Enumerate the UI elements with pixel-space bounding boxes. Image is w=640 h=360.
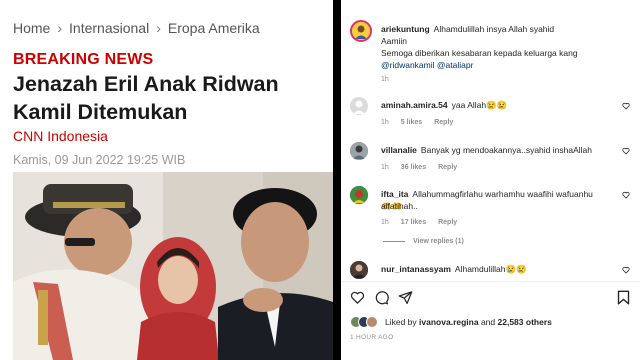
chevron-right-icon: › (57, 20, 63, 36)
post-actions (350, 290, 413, 305)
comment-4: nur_intanassyam Alhamdulillah😢😢 (381, 263, 621, 275)
caption-mentions: @ridwankamil @ataliapr (381, 59, 473, 71)
view-replies-line (383, 241, 405, 242)
instagram-comments-panel: ariekuntung Alhamdulillah insya Allah sya… (341, 0, 640, 360)
mention-ridwankamil[interactable]: @ridwankamil (381, 60, 435, 70)
comment-3-time: 1h (381, 219, 389, 226)
breadcrumb-internasional[interactable]: Internasional (69, 20, 149, 36)
liker-avatar (366, 316, 378, 328)
comment-1: aminah.amira.54 yaa Allah😢😢 (381, 99, 621, 111)
caption-line1: ariekuntung Alhamdulillah insya Allah sya… (381, 23, 631, 35)
comment-1-text: yaa Allah😢😢 (451, 100, 508, 110)
liked-by-prefix: Liked by (385, 317, 417, 327)
comment-3-meta: 1h 17 likes Reply (381, 219, 457, 226)
comment-1-likes[interactable]: 5 likes (401, 119, 422, 126)
view-replies-button[interactable]: View replies (1) (383, 238, 464, 245)
heart-icon[interactable] (622, 102, 630, 110)
article-headline: Jenazah Eril Anak Ridwan Kamil Ditemukan (13, 72, 279, 124)
comment-2-username[interactable]: villanalie (381, 145, 417, 155)
comment-1-reply-button[interactable]: Reply (434, 119, 453, 126)
like-heart-icon[interactable] (350, 290, 365, 305)
comment-3-text-line2: alfatihah.. (381, 201, 418, 211)
comment-2-meta: 1h 36 likes Reply (381, 164, 457, 171)
comment-3-likes[interactable]: 17 likes (401, 219, 426, 226)
comment-3-username[interactable]: ifta_ita (381, 189, 408, 199)
comment-1-time: 1h (381, 119, 389, 126)
caption-username[interactable]: ariekuntung (381, 24, 430, 34)
article-photo (13, 172, 333, 360)
comment-4-username[interactable]: nur_intanassyam (381, 264, 451, 274)
comment-2-likes[interactable]: 36 likes (401, 164, 426, 171)
comment-3-reply-button[interactable]: Reply (438, 219, 457, 226)
posted-time: 1 HOUR AGO (350, 334, 394, 341)
article-date: Kamis, 09 Jun 2022 19:25 WIB (13, 153, 186, 167)
caption-text-1: Alhamdulillah insya Allah syahid (433, 24, 555, 34)
avatar-ifta-ita[interactable] (350, 186, 368, 204)
breadcrumb-home[interactable]: Home (13, 20, 50, 36)
caption-line3: Semoga diberikan kesabaran kepada keluar… (381, 48, 578, 58)
caption-line2: Aamiin (381, 36, 407, 46)
comment-bubble-icon[interactable] (374, 290, 389, 305)
comment-1-username[interactable]: aminah.amira.54 (381, 100, 448, 110)
panel-divider (333, 0, 341, 360)
comment-2: villanalie Banyak yg mendoakannya..syahid… (381, 144, 621, 156)
liked-by: Liked by ivanova.regina and 22,583 other… (350, 316, 552, 328)
breaking-news-label: BREAKING NEWS (13, 51, 154, 68)
liked-by-user[interactable]: ivanova.regina (419, 317, 479, 327)
caption-meta: 1h (381, 76, 389, 83)
avatar-villanalie[interactable] (350, 142, 368, 160)
share-paper-plane-icon[interactable] (398, 290, 413, 305)
comment-1-meta: 1h 5 likes Reply (381, 119, 453, 126)
avatar-aminah[interactable] (350, 97, 368, 115)
chevron-right-icon: › (156, 20, 161, 36)
comment-2-reply-button[interactable]: Reply (438, 164, 457, 171)
heart-icon[interactable] (622, 266, 630, 274)
actions-divider (341, 281, 640, 282)
breadcrumb: Home › Internasional › Eropa Amerika (13, 20, 260, 36)
article-source[interactable]: CNN Indonesia (13, 128, 108, 144)
liked-by-avatars (350, 316, 378, 328)
bookmark-icon[interactable] (617, 290, 630, 305)
news-article-panel: Home › Internasional › Eropa Amerika BRE… (0, 0, 333, 360)
comment-2-text: Banyak yg mendoakannya..syahid inshaAlla… (420, 145, 592, 155)
caption-time: 1h (381, 76, 389, 83)
heart-icon[interactable] (622, 147, 630, 155)
comment-4-text: Alhamdulillah😢😢 (454, 264, 527, 274)
mention-ataliapr[interactable]: @ataliapr (437, 60, 474, 70)
avatar-ariekuntung[interactable] (350, 20, 372, 42)
liked-by-and: and (480, 317, 496, 327)
view-replies-label: View replies (1) (413, 238, 464, 245)
comment-2-time: 1h (381, 164, 389, 171)
liked-by-count[interactable]: 22,583 others (498, 317, 552, 327)
avatar-nur-intanassyam[interactable] (350, 261, 368, 279)
heart-icon[interactable] (622, 191, 630, 199)
breadcrumb-eropa-amerika[interactable]: Eropa Amerika (168, 20, 260, 36)
